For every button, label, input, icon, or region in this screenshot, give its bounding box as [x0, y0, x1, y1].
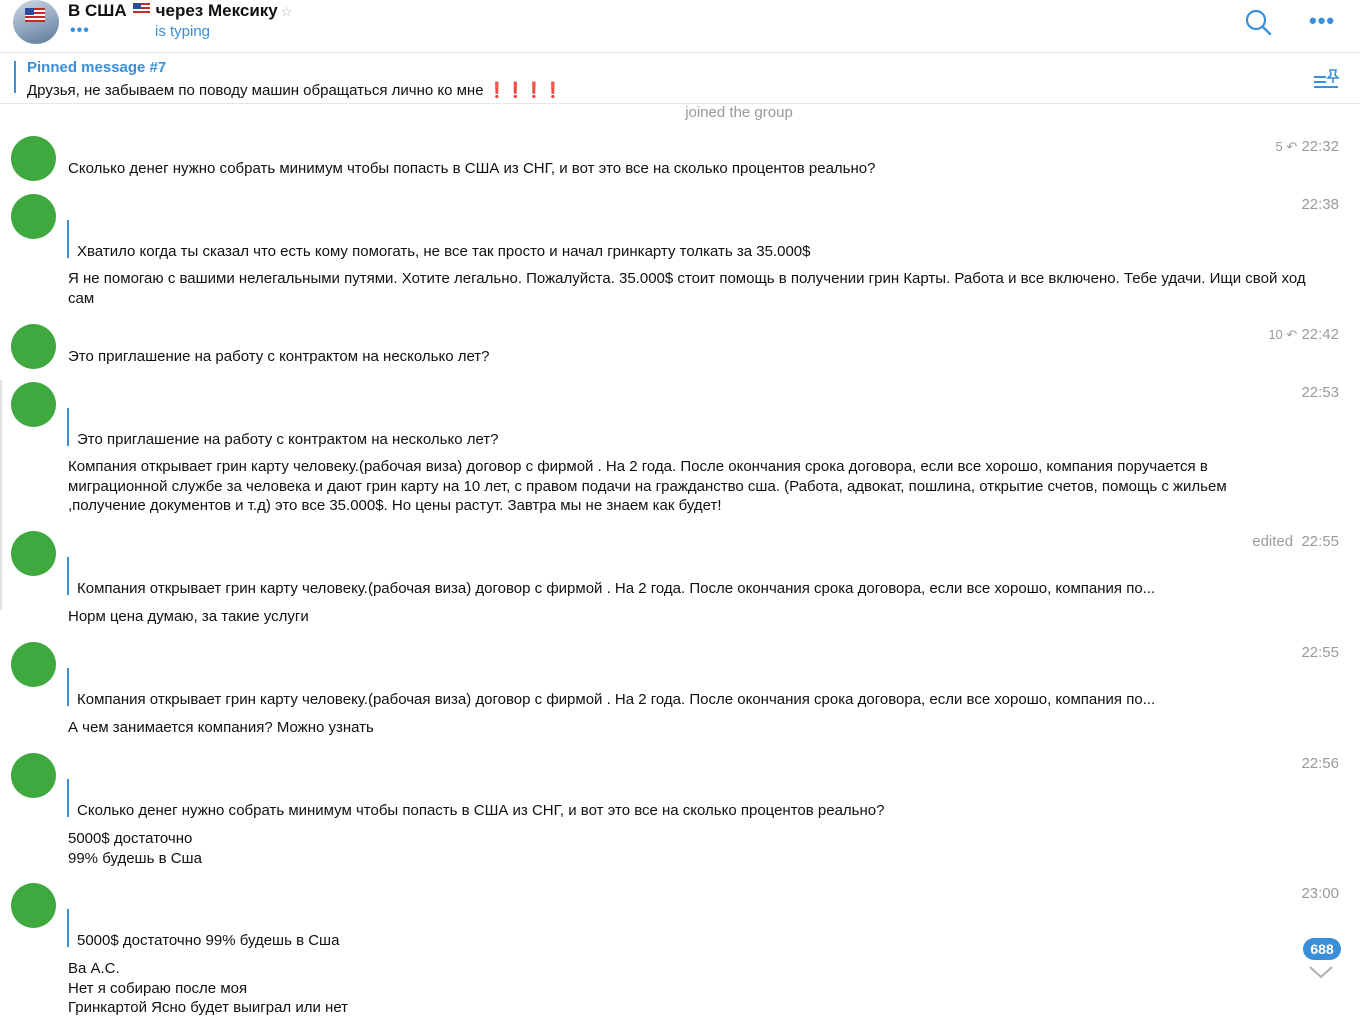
message-meta: 22:56 [1301, 755, 1339, 772]
message-line: 5000$ достаточно [68, 830, 193, 847]
message-time: 22:55 [1301, 533, 1339, 550]
message-time: 22:55 [1301, 644, 1339, 661]
mute-icon: ☆ [280, 4, 293, 19]
message[interactable]: 22:38 Хватило когда ты сказал что есть к… [0, 194, 1360, 314]
message-line: Гринкартой Ясно будет выиграл или нет [68, 999, 349, 1016]
message-text: Ва А.С. Нет я собираю после моя Гринкарт… [68, 959, 1308, 1018]
reply-quote-text: 5000$ достаточно 99% будешь в Сша [77, 932, 340, 949]
message-meta: 22:38 [1301, 196, 1339, 213]
message[interactable]: 22:55 Компания открывает грин карту чело… [0, 642, 1360, 742]
pinned-text: Друзья, не забываем по поводу машин обра… [27, 81, 562, 99]
avatar[interactable] [11, 324, 56, 369]
message[interactable]: 10 ↶ 22:42 Это приглашение на работу с к… [0, 324, 1360, 374]
message-line: 99% будешь в Сша [68, 849, 202, 867]
us-flag-emoji-icon [132, 3, 150, 15]
reply-quote[interactable]: Сколько денег нужно собрать минимум чтоб… [67, 779, 884, 819]
message-text: Компания открывает грин карту человеку.(… [68, 458, 1227, 514]
edited-label: edited [1252, 533, 1294, 550]
chat-title-part2: через Мексику [155, 1, 278, 20]
message-time: 23:00 [1301, 885, 1339, 902]
message[interactable]: 22:53 Это приглашение на работу с контра… [0, 382, 1360, 522]
replies-count: 10 ↶ [1268, 327, 1298, 342]
message-time: 22:42 [1301, 326, 1339, 343]
message-line: Нет я собираю после моя [68, 979, 248, 997]
message-text: Норм цена думаю, за такие услуги [68, 608, 309, 625]
reply-quote[interactable]: Хватило когда ты сказал что есть кому по… [67, 220, 810, 260]
message-line: Ва А.С. [68, 960, 120, 977]
pinned-accent-bar [14, 61, 16, 93]
message[interactable]: 23:00 5000$ достаточно 99% будешь в Сша … [0, 883, 1360, 1016]
avatar[interactable] [11, 883, 56, 928]
reply-quote[interactable]: 5000$ достаточно 99% будешь в Сша [67, 909, 339, 949]
reply-quote[interactable]: Компания открывает грин карту человеку.(… [67, 557, 1155, 597]
pinned-title: Pinned message #7 [27, 59, 167, 76]
replies-count: 5 ↶ [1275, 139, 1298, 154]
service-message: joined the group [685, 104, 793, 121]
unread-count-badge[interactable]: 688 [1303, 938, 1341, 960]
reply-quote-text: Сколько денег нужно собрать минимум чтоб… [77, 802, 885, 819]
message-text: Это приглашение на работу с контрактом н… [68, 348, 490, 365]
chat-title-part1: В США [68, 1, 127, 20]
chat-header: В США через Мексику ☆ ••• is typing ••• [0, 0, 1360, 53]
message-meta: 22:53 [1301, 384, 1339, 401]
message-text: А чем занимается компания? Можно узнать [68, 719, 374, 736]
message-time: 22:53 [1301, 384, 1339, 401]
avatar[interactable] [11, 531, 56, 576]
reply-quote-text: Это приглашение на работу с контрактом н… [77, 431, 499, 448]
group-avatar[interactable] [13, 0, 59, 44]
pinned-message-bar[interactable]: Pinned message #7 Друзья, не забываем по… [0, 53, 1360, 104]
message-meta: 5 ↶ 22:32 [1276, 138, 1339, 155]
reply-quote-text: Компания открывает грин карту человеку.(… [77, 580, 1156, 597]
reply-quote-text: Компания открывает грин карту человеку.(… [77, 691, 1156, 708]
message-meta: 22:55 [1301, 644, 1339, 661]
avatar[interactable] [11, 382, 56, 427]
reply-quote-text: Хватило когда ты сказал что есть кому по… [77, 243, 811, 260]
avatar[interactable] [11, 136, 56, 181]
scroll-down-chevron-icon[interactable] [1308, 964, 1334, 980]
us-flag-icon [25, 8, 45, 22]
message-time: 22:38 [1301, 196, 1339, 213]
avatar[interactable] [11, 642, 56, 687]
message[interactable]: 5 ↶ 22:32 Сколько денег нужно собрать ми… [0, 136, 1360, 186]
message-time: 22:56 [1301, 755, 1339, 772]
message[interactable]: edited 22:55 Компания открывает грин кар… [0, 531, 1360, 631]
typing-dots-icon: ••• [70, 22, 90, 39]
message-text: Сколько денег нужно собрать минимум чтоб… [68, 160, 876, 177]
reply-quote[interactable]: Компания открывает грин карту человеку.(… [67, 668, 1155, 708]
typing-status: is typing [155, 23, 211, 40]
chat-title[interactable]: В США через Мексику ☆ [68, 1, 292, 21]
message-text: Я не помогаю с вашими нелегальными путям… [68, 270, 1306, 307]
more-options-icon[interactable]: ••• [1309, 8, 1335, 34]
message[interactable]: 22:56 Сколько денег нужно собрать миниму… [0, 753, 1360, 873]
message-meta: edited 22:55 [1252, 533, 1339, 550]
message-time: 22:32 [1301, 138, 1339, 155]
reply-quote[interactable]: Это приглашение на работу с контрактом н… [67, 408, 499, 448]
avatar[interactable] [11, 194, 56, 239]
avatar[interactable] [11, 753, 56, 798]
exclamation-icons: ❗❗❗❗ [487, 82, 563, 99]
message-meta: 10 ↶ 22:42 [1268, 326, 1339, 343]
pinned-text-body: Друзья, не забываем по поводу машин обра… [27, 82, 484, 99]
search-icon[interactable] [1244, 8, 1272, 36]
pinned-list-icon[interactable] [1312, 67, 1340, 91]
message-meta: 23:00 [1301, 885, 1339, 902]
message-text: 5000$ достаточно 99% будешь в Сша [68, 829, 1308, 868]
